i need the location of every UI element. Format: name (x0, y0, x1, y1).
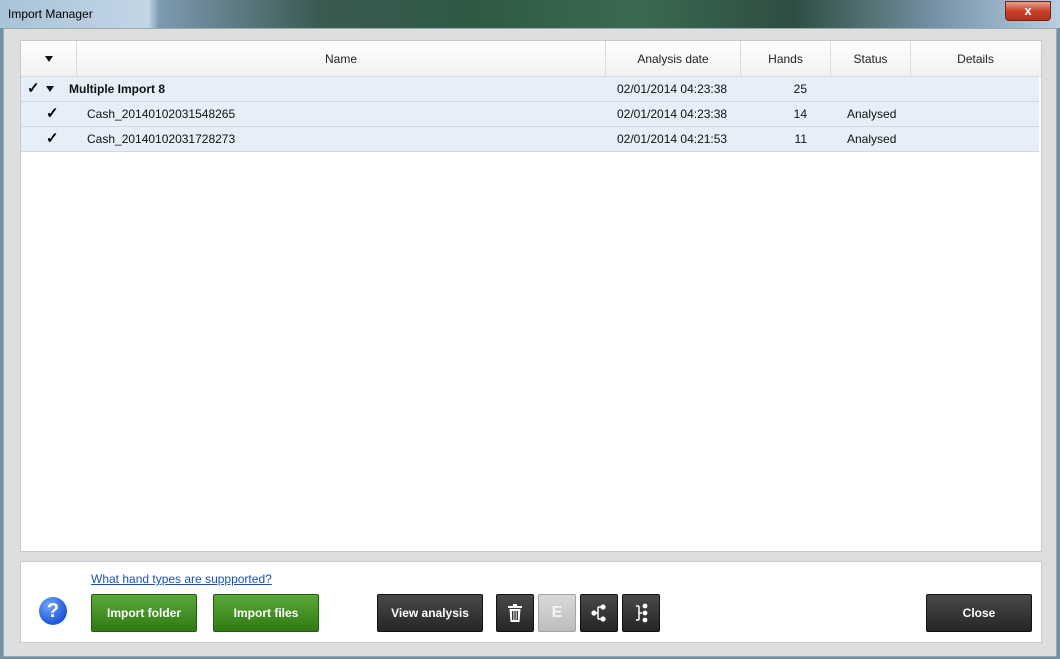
trash-icon (508, 604, 522, 622)
header-select-all[interactable] (21, 41, 77, 76)
tree-collapse-icon (636, 603, 648, 623)
status-text: Analysed (847, 107, 897, 121)
hands-count: 14 (793, 107, 807, 121)
close-button[interactable]: Close (926, 594, 1032, 632)
title-bar: Import Manager x (0, 0, 1060, 28)
group-name: Multiple Import 8 (69, 82, 165, 96)
help-icon[interactable]: ? (39, 597, 67, 625)
checkmark-icon[interactable]: ✓ (46, 131, 60, 146)
file-name: Cash_20140102031728273 (87, 132, 236, 146)
column-header-analysis-date[interactable]: Analysis date (606, 41, 741, 76)
table-row[interactable]: ✓ Cash_20140102031548265 02/01/2014 04:2… (21, 102, 1039, 127)
column-header-status[interactable]: Status (831, 41, 911, 76)
column-header-hands[interactable]: Hands (741, 41, 831, 76)
checkmark-icon[interactable]: ✓ (27, 81, 41, 96)
import-table: Name Analysis date Hands Status Details … (20, 40, 1042, 552)
export-button[interactable]: E (538, 594, 576, 632)
tree-expand-icon (591, 604, 606, 622)
column-header-details[interactable]: Details (911, 41, 1040, 76)
view-analysis-button[interactable]: View analysis (377, 594, 483, 632)
window-close-button[interactable]: x (1005, 1, 1051, 21)
delete-button[interactable] (496, 594, 534, 632)
table-row[interactable]: ✓ Cash_20140102031728273 02/01/2014 04:2… (21, 127, 1039, 152)
group-hands: 25 (793, 82, 807, 96)
window-body: Name Analysis date Hands Status Details … (3, 28, 1057, 657)
status-text: Analysed (847, 132, 897, 146)
column-header-name[interactable]: Name (77, 41, 606, 76)
collapse-tree-button[interactable] (622, 594, 660, 632)
footer-toolbar: What hand types are suppported? ? Import… (20, 561, 1042, 643)
checkmark-icon[interactable]: ✓ (46, 106, 60, 121)
dropdown-arrow-icon[interactable] (45, 56, 53, 62)
window-title: Import Manager (8, 7, 93, 21)
table-row-group[interactable]: ✓ Multiple Import 8 02/01/2014 04:23:38 … (21, 77, 1039, 102)
hands-count: 11 (794, 132, 807, 146)
file-name: Cash_20140102031548265 (87, 107, 236, 121)
import-folder-button[interactable]: Import folder (91, 594, 197, 632)
collapse-arrow-icon[interactable] (46, 86, 54, 92)
analysis-date: 02/01/2014 04:23:38 (617, 107, 728, 121)
analysis-date: 02/01/2014 04:21:53 (617, 132, 728, 146)
group-date: 02/01/2014 04:23:38 (617, 82, 728, 96)
supported-hand-types-link[interactable]: What hand types are suppported? (91, 572, 272, 586)
expand-tree-button[interactable] (580, 594, 618, 632)
import-files-button[interactable]: Import files (213, 594, 319, 632)
table-header: Name Analysis date Hands Status Details (21, 41, 1041, 77)
